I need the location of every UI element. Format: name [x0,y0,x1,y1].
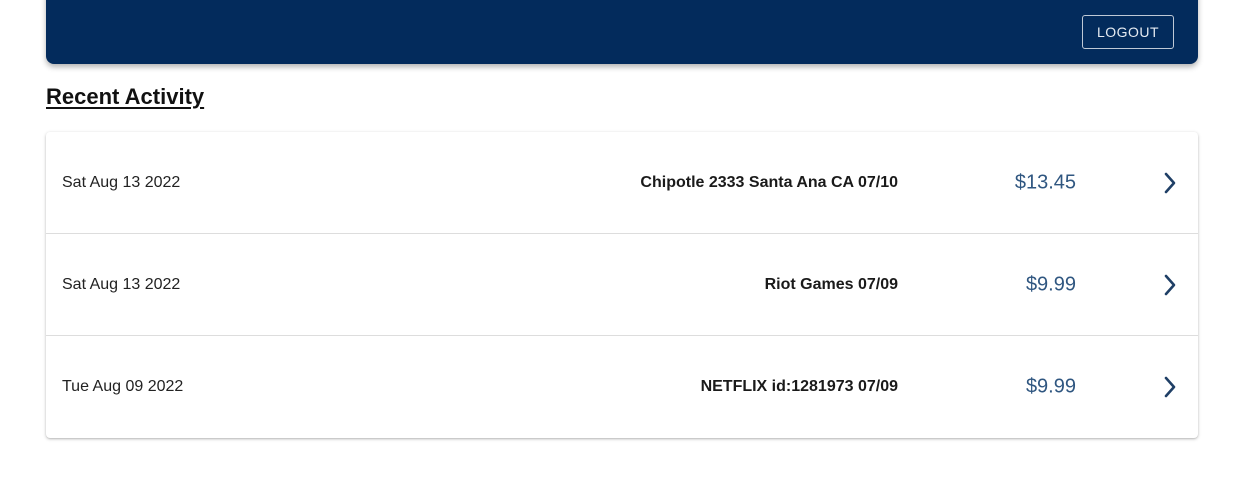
activity-amount: $9.99 [1025,375,1076,398]
chevron-right-icon[interactable] [1160,374,1180,400]
activity-description: NETFLIX id:1281973 07/09 [700,378,898,395]
logout-button[interactable]: LOGOUT [1082,15,1174,49]
activity-date: Sat Aug 13 2022 [62,275,181,293]
activity-description: Riot Games 07/09 [764,275,898,293]
activity-amount: $9.99 [1025,273,1076,295]
activity-row[interactable]: Sat Aug 13 2022 Riot Games 07/09 $9.99 [46,234,1198,336]
app-header: LOGOUT [46,0,1198,64]
activity-date: Tue Aug 09 2022 [62,378,184,395]
recent-activity-list: Sat Aug 13 2022 Chipotle 2333 Santa Ana … [46,132,1198,438]
activity-row[interactable]: Sat Aug 13 2022 Chipotle 2333 Santa Ana … [46,132,1198,234]
activity-date: Sat Aug 13 2022 [62,173,181,191]
activity-description: Chipotle 2333 Santa Ana CA 07/10 [640,173,898,191]
section-title: Recent Activity [46,84,205,109]
activity-row[interactable]: Tue Aug 09 2022 NETFLIX id:1281973 07/09… [46,336,1198,438]
activity-amount: $13.45 [1014,171,1076,193]
chevron-right-icon[interactable] [1160,272,1180,298]
chevron-right-icon[interactable] [1160,170,1180,196]
